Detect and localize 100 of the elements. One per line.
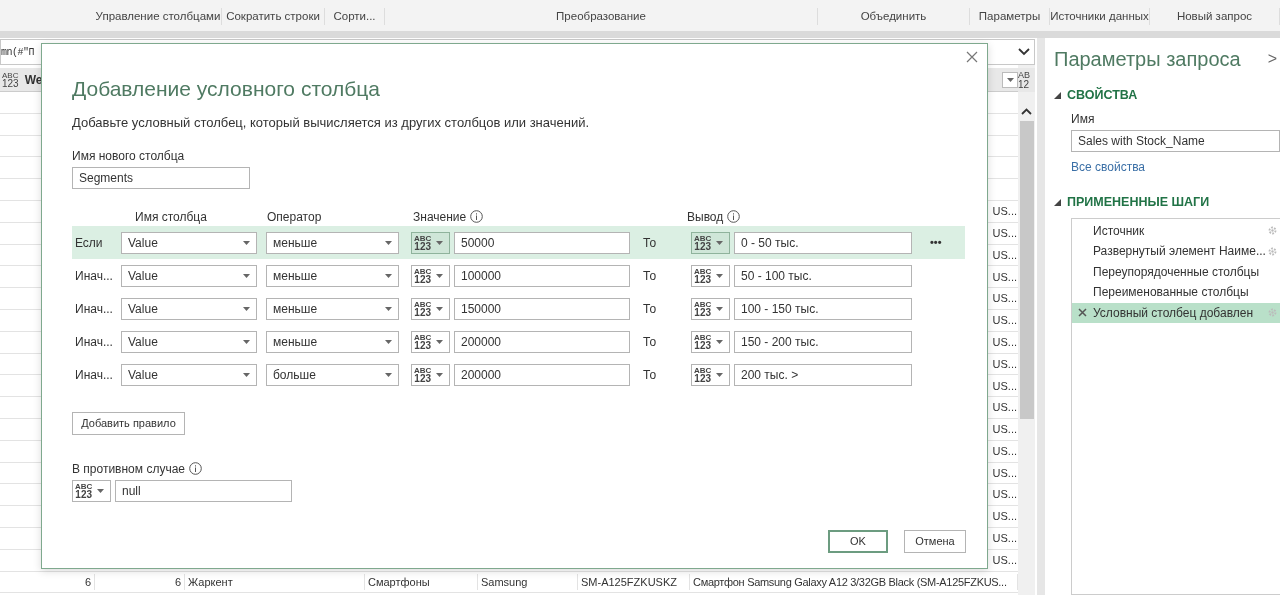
rule-label: Инач...: [75, 300, 114, 318]
caret-icon: [436, 372, 444, 377]
ribbon-group-label: Источники данных: [1050, 7, 1150, 25]
collapse-button[interactable]: >: [1267, 47, 1280, 71]
rule-row[interactable]: Инач... Value меньше ABC 123 100000 То ABC 123 50 - 100 тыс.: [72, 259, 965, 292]
rule-row[interactable]: Если Value меньше ABC 123 50000 То ABC 123 0 - 50 тыс. •••: [72, 226, 965, 259]
type-button[interactable]: ABC 123: [691, 297, 730, 320]
field-label: В противном случае: [72, 460, 987, 478]
table-cell-text: US...: [992, 531, 1018, 547]
type-button[interactable]: ABC 123: [411, 231, 450, 254]
step-item[interactable]: Переупорядоченные столбцы: [1072, 261, 1280, 282]
dialog-description: Добавьте условный столбец, который вычисляется из других столбцов или значений.: [72, 113, 591, 132]
caret-icon: [716, 306, 724, 311]
value-field[interactable]: 200000: [454, 330, 630, 353]
caret-icon: [716, 273, 724, 278]
column-dropdown[interactable]: Value: [121, 231, 257, 254]
table-cell-text: US...: [992, 378, 1018, 394]
table-cell-text: US...: [992, 400, 1018, 416]
caret-icon: [385, 339, 392, 344]
type-button[interactable]: ABC 123: [411, 297, 450, 320]
column-dropdown[interactable]: Value: [121, 330, 257, 353]
column-dropdown[interactable]: Value: [121, 264, 257, 287]
column-name-field[interactable]: Segments: [72, 167, 250, 189]
table-cell-text: US...: [992, 552, 1018, 568]
value-field[interactable]: 50000: [454, 231, 630, 254]
output-field[interactable]: 0 - 50 тыс.: [734, 231, 912, 254]
rule-row[interactable]: Инач... Value меньше ABC 123 150000 То ABC 123 100 - 150 тыс.: [72, 292, 965, 325]
ok-button[interactable]: OK: [828, 530, 888, 553]
type-button[interactable]: ABC 123: [691, 330, 730, 353]
value-field[interactable]: 200000: [454, 363, 630, 386]
output-field[interactable]: 50 - 100 тыс.: [734, 264, 912, 287]
output-field[interactable]: 150 - 200 тыс.: [734, 330, 912, 353]
rule-row[interactable]: Инач... Value меньше ABC 123 200000 То ABC 123 150 - 200 тыс.: [72, 325, 965, 358]
step-item[interactable]: Источник: [1072, 220, 1280, 241]
type-button[interactable]: ABC 123: [691, 363, 730, 386]
type-button[interactable]: ABC 123: [691, 231, 730, 254]
operator-dropdown[interactable]: меньше: [266, 231, 399, 254]
cancel-button[interactable]: Отмена: [904, 530, 966, 553]
table-cell-text: US...: [992, 204, 1018, 220]
then-label: То: [643, 234, 658, 252]
info-icon: [470, 210, 484, 223]
type-icon[interactable]: ABC 123: [0, 71, 19, 88]
caret-icon: [243, 339, 250, 344]
query-name-field[interactable]: Sales with Stock_Name: [1071, 129, 1280, 152]
add-rule-button[interactable]: Добавить правило: [72, 412, 185, 435]
scrollbar-thumb[interactable]: [1020, 121, 1034, 419]
close-icon[interactable]: [966, 51, 978, 63]
field-label: Имя нового столбца: [72, 148, 186, 165]
ribbon-group-label: Объединить: [818, 7, 970, 25]
section-heading[interactable]: ПРИМЕНЕННЫЕ ШАГИ: [1067, 192, 1210, 212]
else-value-field[interactable]: null: [115, 480, 292, 502]
then-label: То: [643, 366, 658, 384]
section-heading[interactable]: СВОЙСТВА: [1067, 86, 1138, 105]
caret-icon: [436, 306, 444, 311]
more-button[interactable]: •••: [930, 234, 942, 251]
column-dropdown[interactable]: Value: [121, 363, 257, 386]
operator-dropdown[interactable]: больше: [266, 363, 399, 386]
table-cell-text: US...: [992, 465, 1018, 481]
expand-triangle-icon[interactable]: [1054, 91, 1061, 99]
chevron-down-icon[interactable]: [1018, 48, 1030, 56]
table-cell: Жаркент: [185, 573, 365, 591]
operator-dropdown[interactable]: меньше: [266, 330, 399, 353]
rule-row[interactable]: Инач... Value больше ABC 123 200000 То ABC 123 200 тыс. >: [72, 358, 965, 391]
dialog-title: Добавление условного столбца: [72, 76, 381, 102]
type-button[interactable]: ABC 123: [411, 330, 450, 353]
field-label: Имя: [1071, 110, 1096, 128]
filter-dropdown[interactable]: [1002, 71, 1018, 88]
type-button[interactable]: ABC 123: [691, 264, 730, 287]
caret-icon: [716, 240, 724, 245]
caret-icon: [243, 306, 250, 311]
step-item[interactable]: Развернутый элемент Наиме...: [1072, 241, 1280, 262]
caret-icon: [385, 306, 392, 311]
type-icon[interactable]: AB 12: [1018, 68, 1035, 92]
panel-title: Параметры запроса: [1054, 47, 1241, 72]
all-properties-link[interactable]: Все свойства: [1071, 157, 1280, 176]
delete-step-icon[interactable]: [1078, 308, 1087, 318]
value-field[interactable]: 100000: [454, 264, 630, 287]
operator-dropdown[interactable]: меньше: [266, 264, 399, 287]
table-cell-text: US...: [992, 269, 1018, 285]
column-header-label: Значение: [413, 208, 687, 226]
expand-triangle-icon[interactable]: [1054, 198, 1061, 206]
type-button[interactable]: ABC 123: [72, 480, 111, 502]
type-button[interactable]: ABC 123: [411, 363, 450, 386]
caret-icon: [243, 240, 250, 245]
type-button[interactable]: ABC 123: [411, 264, 450, 287]
value-field[interactable]: 150000: [454, 297, 630, 320]
table-cell-text: US...: [992, 291, 1018, 307]
operator-dropdown[interactable]: меньше: [266, 297, 399, 320]
table-cell-text: US...: [992, 356, 1018, 372]
output-field[interactable]: 100 - 150 тыс.: [734, 297, 912, 320]
output-field[interactable]: 200 тыс. >: [734, 363, 912, 386]
rule-label: Если: [75, 234, 104, 252]
info-icon: [189, 462, 202, 475]
scroll-up-icon[interactable]: [1021, 108, 1032, 115]
step-item[interactable]: Переименованные столбцы: [1072, 282, 1280, 303]
column-dropdown[interactable]: Value: [121, 297, 257, 320]
step-item[interactable]: Условный столбец добавлен: [1072, 302, 1280, 323]
caret-icon: [385, 372, 392, 377]
caret-icon: [436, 339, 444, 344]
table-cell-text: US...: [992, 422, 1018, 438]
